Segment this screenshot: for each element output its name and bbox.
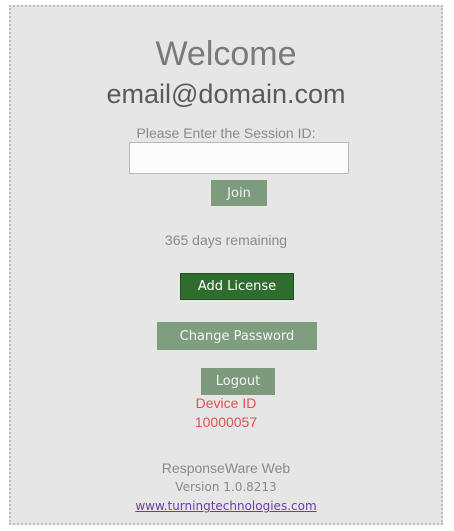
product-name: ResponseWare Web: [161, 460, 291, 476]
join-button[interactable]: Join: [211, 180, 267, 206]
change-password-button[interactable]: Change Password: [157, 322, 317, 350]
session-id-input[interactable]: [129, 142, 349, 174]
add-license-button[interactable]: Add License: [180, 273, 294, 300]
login-panel: Welcome email@domain.com Please Enter th…: [9, 5, 443, 525]
user-email: email@domain.com: [106, 79, 346, 109]
days-remaining-text: 365 days remaining: [164, 232, 288, 248]
logout-button[interactable]: Logout: [201, 368, 275, 395]
welcome-heading: Welcome: [155, 35, 297, 73]
website-link[interactable]: www.turningtechnologies.com: [11, 499, 441, 513]
device-id-value: 10000057: [194, 414, 258, 430]
session-id-prompt: Please Enter the Session ID:: [136, 125, 316, 141]
version-text: Version 1.0.8213: [175, 480, 277, 494]
device-id-label: Device ID: [195, 395, 257, 411]
